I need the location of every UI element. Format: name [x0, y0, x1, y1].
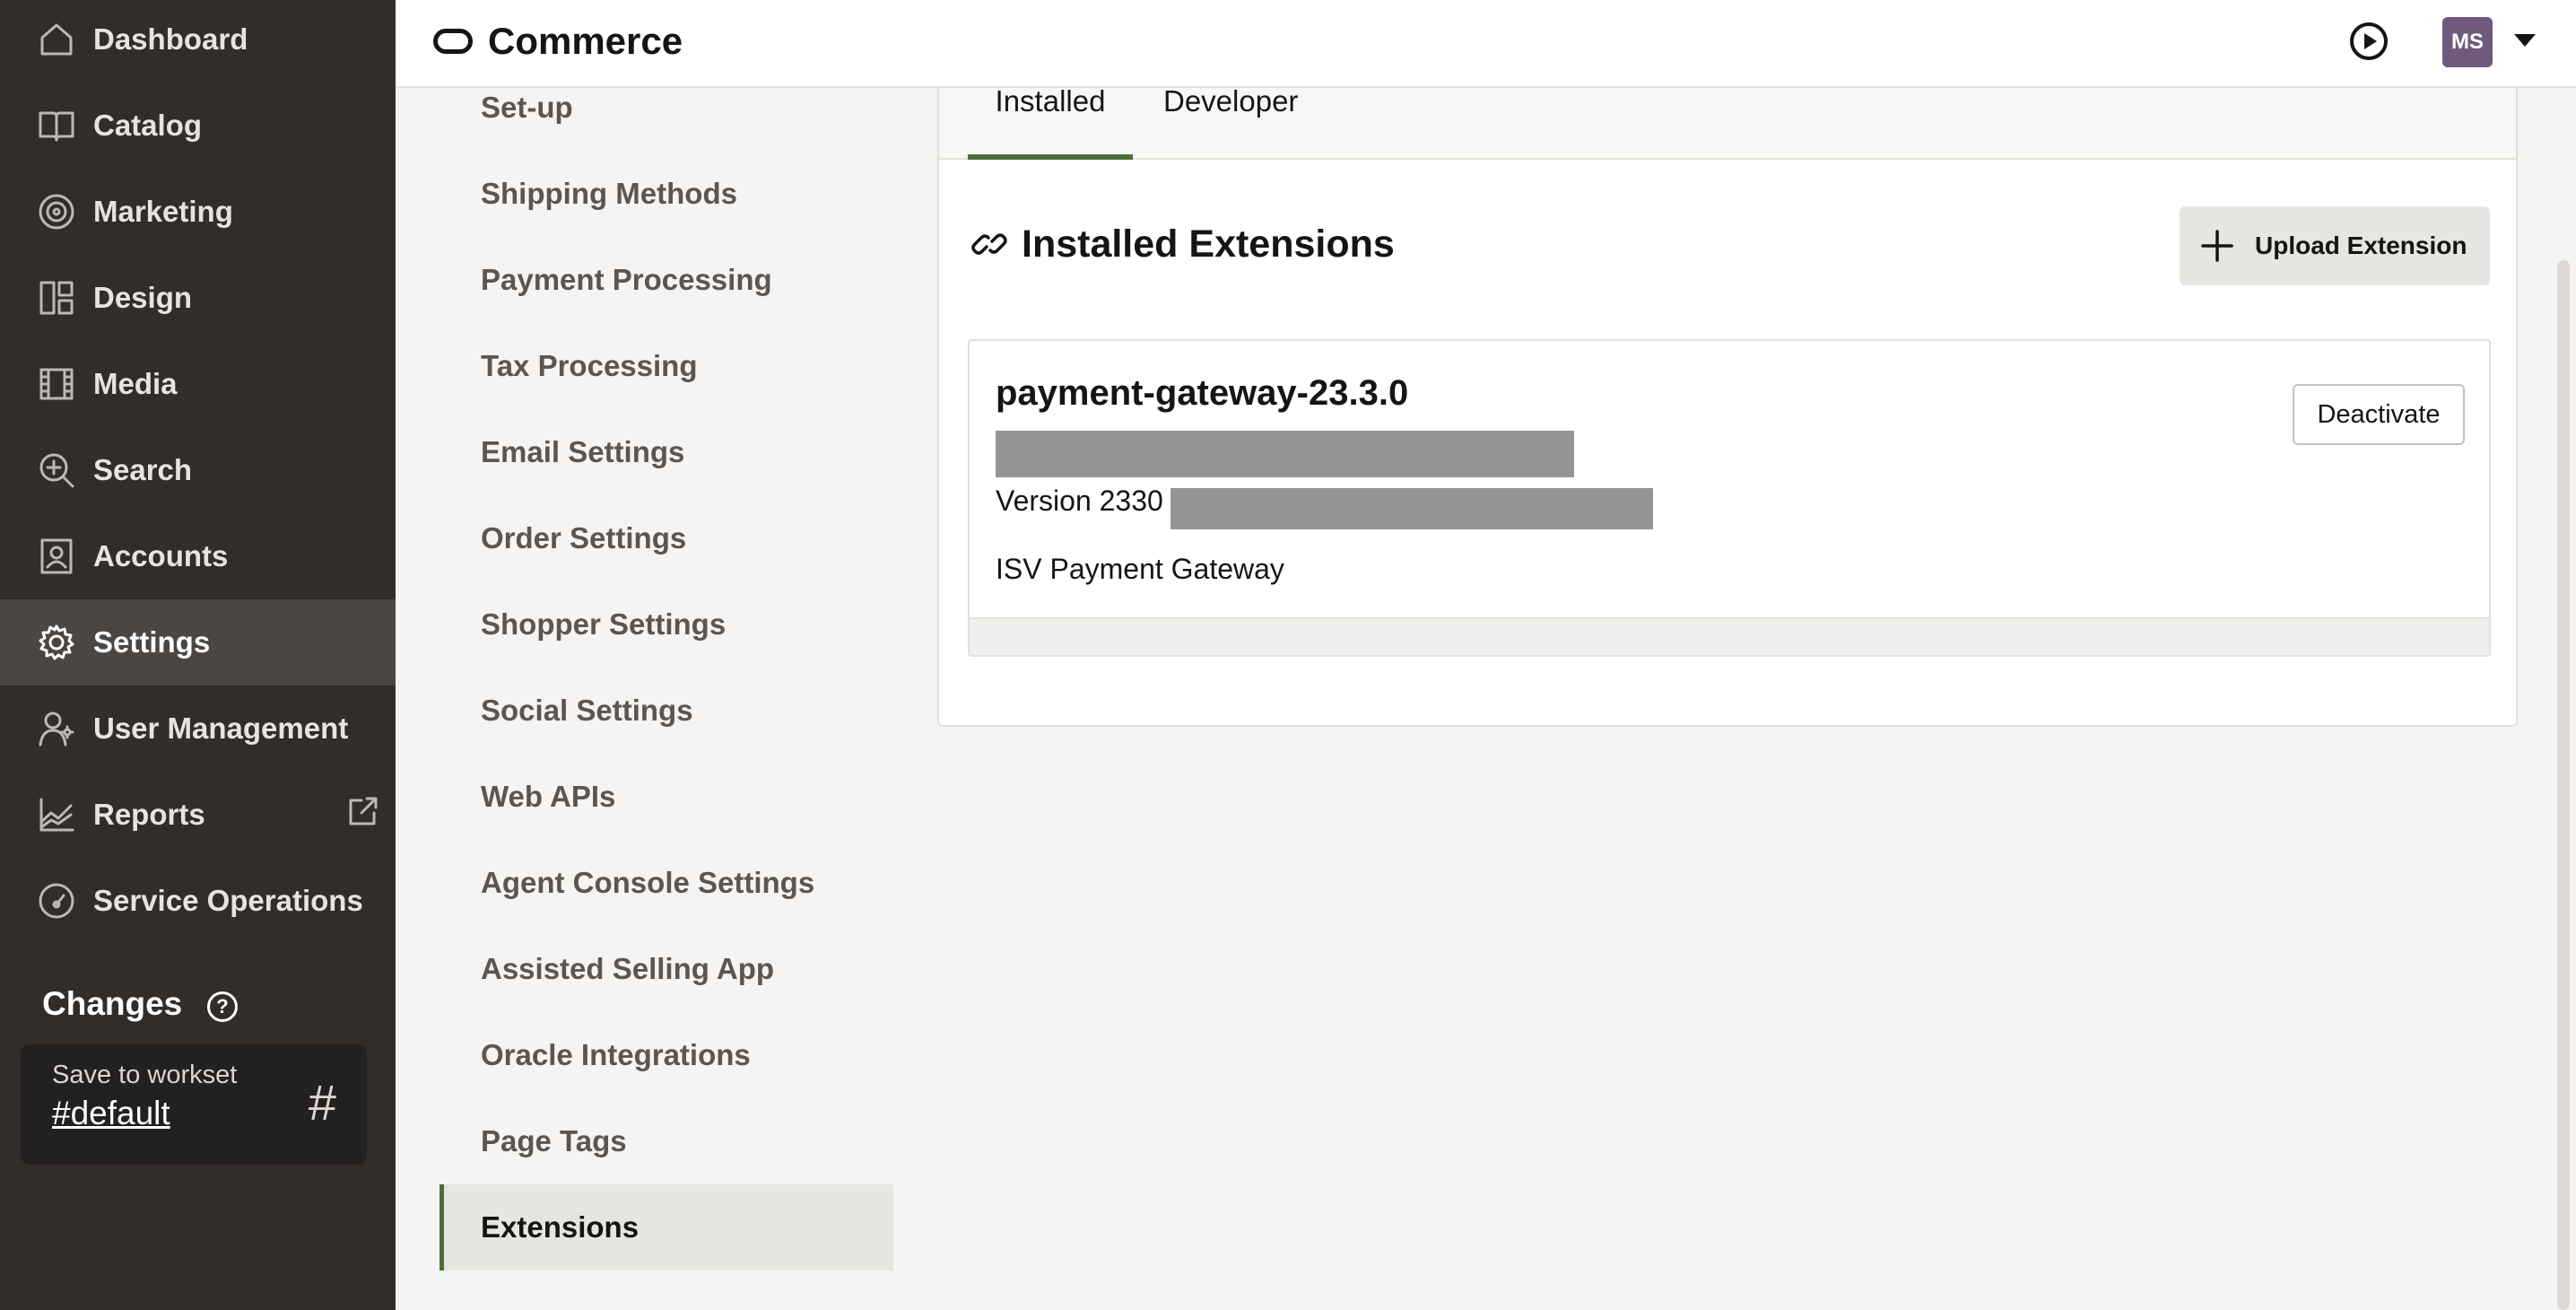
user-avatar[interactable]: MS	[2442, 17, 2493, 67]
upload-extension-button[interactable]: Upload Extension	[2180, 206, 2490, 285]
nav-item-catalog[interactable]: Catalog	[0, 83, 396, 169]
nav-item-label: User Management	[93, 712, 349, 745]
book-icon	[36, 105, 77, 146]
home-icon	[36, 19, 77, 60]
nav-item-service-operations[interactable]: Service Operations	[0, 858, 396, 944]
scrollbar[interactable]	[2557, 260, 2570, 1310]
plus-icon	[2201, 230, 2233, 262]
settings-menu-social-settings[interactable]: Social Settings	[439, 668, 893, 754]
section-title: Installed Extensions	[1022, 223, 1395, 266]
nav-item-label: Service Operations	[93, 884, 363, 917]
extension-name: payment-gateway-23.3.0	[996, 373, 1409, 413]
link-icon	[971, 233, 1007, 255]
target-icon	[36, 191, 77, 232]
nav-item-reports[interactable]: Reports	[0, 772, 396, 858]
film-icon	[36, 363, 77, 405]
tab-bar: Installed Developer	[939, 84, 2516, 160]
nav-item-label: Catalog	[93, 109, 203, 142]
settings-menu-order-settings[interactable]: Order Settings	[439, 495, 893, 581]
nav-item-user-management[interactable]: User Management	[0, 686, 396, 772]
extension-version: Version 2330	[996, 485, 1163, 517]
nav-item-label: Media	[93, 367, 178, 400]
settings-menu-shopper-settings[interactable]: Shopper Settings	[439, 581, 893, 668]
external-link-icon	[347, 795, 383, 831]
workset-label: Save to workset	[52, 1061, 238, 1089]
nav-item-label: Reports	[93, 798, 205, 831]
nav-item-design[interactable]: Design	[0, 255, 396, 341]
tab-label: Developer	[1163, 84, 1299, 118]
redacted-block	[996, 431, 1574, 477]
nav-item-label: Design	[93, 281, 193, 314]
extensions-panel: Installed Developer Installed Extensions…	[937, 84, 2518, 727]
nav-item-settings[interactable]: Settings	[0, 599, 396, 686]
settings-menu-email-settings[interactable]: Email Settings	[439, 409, 893, 495]
nav-item-media[interactable]: Media	[0, 341, 396, 427]
nav-item-label: Settings	[93, 625, 211, 659]
oracle-logo-icon	[433, 29, 473, 54]
nav-item-label: Search	[93, 453, 193, 486]
help-icon[interactable]: ?	[207, 991, 238, 1022]
settings-menu-extensions[interactable]: Extensions	[439, 1184, 893, 1271]
settings-menu-web-apis[interactable]: Web APIs	[439, 754, 893, 840]
users-icon	[36, 708, 77, 749]
gear-icon	[36, 622, 77, 663]
search-plus-icon	[36, 450, 77, 491]
settings-menu-assisted-selling-app[interactable]: Assisted Selling App	[439, 926, 893, 1012]
play-icon[interactable]	[2348, 21, 2389, 62]
extension-description: ISV Payment Gateway	[996, 553, 1284, 585]
settings-menu-oracle-integrations[interactable]: Oracle Integrations	[439, 1012, 893, 1098]
redacted-block	[1171, 488, 1653, 529]
nav-item-label: Dashboard	[93, 22, 248, 56]
settings-menu-payment-processing[interactable]: Payment Processing	[439, 237, 893, 323]
extension-card-footer	[970, 617, 2489, 655]
hash-icon[interactable]: #	[309, 1073, 336, 1131]
deactivate-button[interactable]: Deactivate	[2293, 384, 2465, 445]
settings-menu-shipping-methods[interactable]: Shipping Methods	[439, 151, 893, 237]
tab-installed[interactable]: Installed	[968, 84, 1133, 160]
nav-item-dashboard[interactable]: Dashboard	[0, 0, 396, 83]
changes-title: Changes	[42, 985, 183, 1022]
main-navigation: Dashboard Catalog Marketing Design Media…	[0, 0, 396, 1310]
upload-extension-label: Upload Extension	[2255, 231, 2467, 259]
chevron-down-icon[interactable]	[2514, 34, 2536, 47]
chart-icon	[36, 794, 77, 835]
nav-item-search[interactable]: Search	[0, 427, 396, 513]
settings-menu-agent-console-settings[interactable]: Agent Console Settings	[439, 840, 893, 926]
nav-item-accounts[interactable]: Accounts	[0, 513, 396, 599]
tab-developer[interactable]: Developer	[1163, 84, 1316, 160]
nav-item-label: Marketing	[93, 195, 233, 228]
extension-card: payment-gateway-23.3.0 Version 2330 ISV …	[968, 339, 2491, 657]
workset-link[interactable]: #default	[52, 1095, 170, 1132]
settings-menu-page-tags[interactable]: Page Tags	[439, 1098, 893, 1184]
settings-menu-tax-processing[interactable]: Tax Processing	[439, 323, 893, 409]
workset-selector[interactable]: Save to workset #default #	[21, 1044, 367, 1165]
gauge-icon	[36, 880, 77, 921]
settings-menu-setup[interactable]: Set-up	[439, 65, 893, 151]
nav-item-marketing[interactable]: Marketing	[0, 169, 396, 255]
tab-label: Installed	[995, 84, 1106, 118]
app-title: Commerce	[488, 20, 683, 62]
contact-card-icon	[36, 536, 77, 577]
nav-item-label: Accounts	[93, 539, 229, 572]
layout-icon	[36, 277, 77, 319]
